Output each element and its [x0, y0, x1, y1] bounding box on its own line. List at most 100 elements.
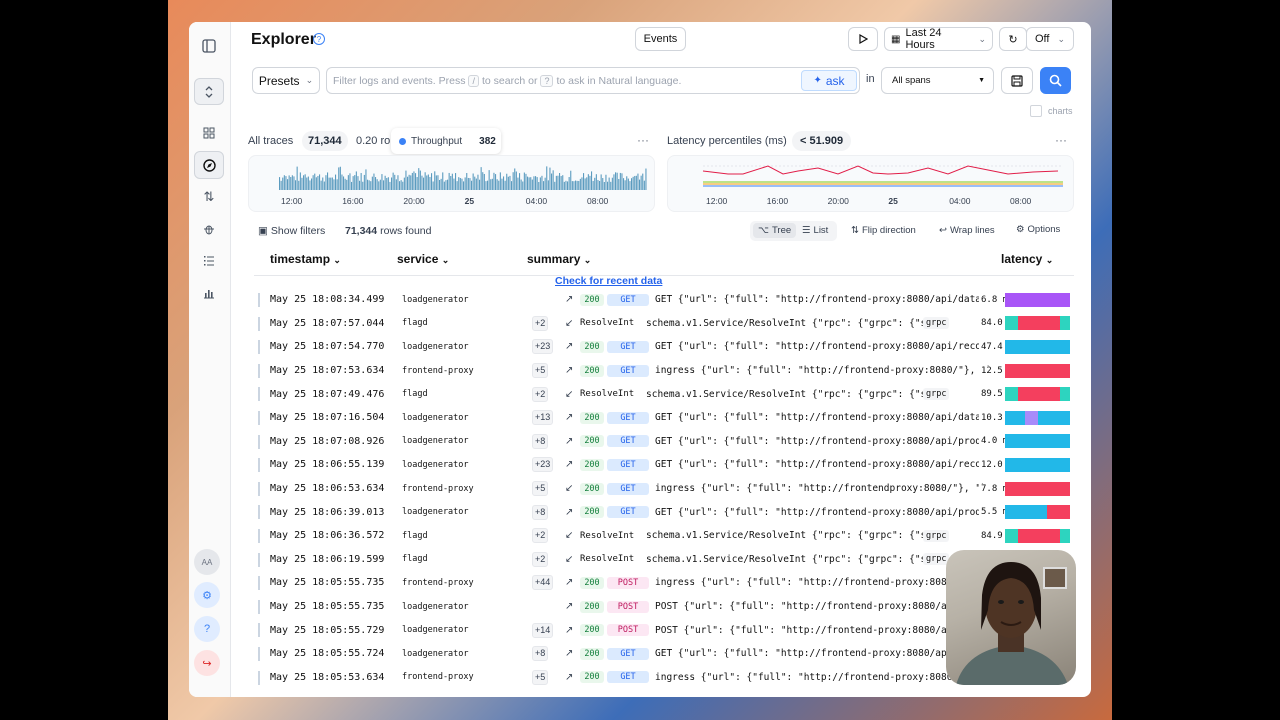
- settings-icon[interactable]: ⚙: [194, 582, 220, 608]
- summary-column-header[interactable]: summary ⌄: [527, 252, 591, 266]
- axis-tick-label: 25: [888, 196, 898, 206]
- throughput-bar: [618, 178, 620, 190]
- row-service: loadgenerator: [402, 459, 469, 470]
- row-child-count[interactable]: +8: [532, 646, 549, 662]
- throughput-chart: 12:00 16:00 20:00 25 04:00 08:00: [248, 155, 655, 212]
- row-indicator: [258, 505, 260, 520]
- traces-more-icon[interactable]: ···: [637, 133, 649, 147]
- span-direction-icon: ↙: [565, 388, 574, 400]
- search-input[interactable]: Filter logs and events. Press / to searc…: [326, 67, 860, 94]
- bar-chart-icon[interactable]: [194, 279, 224, 307]
- dashboard-icon[interactable]: [194, 119, 224, 147]
- chevron-down-icon: ⌄: [305, 75, 314, 85]
- span-direction-icon: ↗: [565, 294, 574, 306]
- row-child-count[interactable]: +2: [532, 315, 549, 331]
- avatar[interactable]: AA: [194, 549, 220, 575]
- table-row[interactable]: May 25 18:06:55.139 loadgenerator +23 ↗ 200 G…: [258, 453, 1073, 477]
- table-row[interactable]: May 25 18:07:53.634 frontend-proxy +5 ↗ 200 G…: [258, 359, 1073, 383]
- refresh-icon[interactable]: ↻: [999, 27, 1027, 51]
- throughput-bar: [523, 172, 525, 190]
- row-child-count[interactable]: +2: [532, 528, 549, 544]
- search-button[interactable]: [1040, 67, 1071, 94]
- table-row[interactable]: May 25 18:07:08.926 loadgenerator +8 ↗ 200 GE…: [258, 430, 1073, 454]
- table-row[interactable]: May 25 18:07:54.770 loadgenerator +23 ↗ 200 G…: [258, 335, 1073, 359]
- row-indicator: [258, 458, 260, 473]
- list-view-button[interactable]: ☰ List: [802, 225, 828, 236]
- transfer-icon[interactable]: ⇅: [194, 183, 224, 211]
- latency-column-header[interactable]: latency ⌄: [1001, 252, 1053, 266]
- table-row[interactable]: May 25 18:08:34.499 loadgenerator ↗ 200 GET G…: [258, 288, 1073, 312]
- row-child-count[interactable]: +44: [532, 575, 554, 591]
- charts-checkbox[interactable]: [1030, 105, 1042, 117]
- show-filters-button[interactable]: ▣ Show filters: [258, 225, 325, 237]
- status-code-badge: 200: [580, 647, 604, 660]
- bug-icon[interactable]: [194, 215, 224, 243]
- spans-select[interactable]: All spans ▼: [881, 67, 994, 94]
- throughput-bar: [522, 181, 524, 190]
- service-header-label: service: [397, 252, 439, 266]
- check-recent-link[interactable]: Check for recent data: [555, 275, 662, 287]
- throughput-bar: [399, 181, 401, 190]
- ask-button[interactable]: ✦ ask: [801, 70, 857, 91]
- wrap-lines-button[interactable]: ↩ Wrap lines: [939, 225, 995, 236]
- latency-more-icon[interactable]: ···: [1055, 133, 1067, 147]
- table-row[interactable]: May 25 18:06:36.572 flagd +2 ↙ ResolveInt sch…: [258, 524, 1073, 548]
- status-code-badge: 200: [580, 458, 604, 471]
- row-child-count[interactable]: +5: [532, 363, 549, 379]
- table-row[interactable]: May 25 18:06:53.634 frontend-proxy +5 ↙ 200 G…: [258, 477, 1073, 501]
- throughput-bar: [279, 177, 281, 190]
- row-timestamp: May 25 18:07:57.044: [270, 317, 385, 329]
- throughput-bar: [339, 166, 341, 190]
- table-row[interactable]: May 25 18:07:49.476 flagd +2 ↙ ResolveInt sch…: [258, 382, 1073, 406]
- tree-view-button[interactable]: ⌥ Tree: [753, 223, 797, 238]
- row-child-count[interactable]: +5: [532, 669, 549, 685]
- table-row[interactable]: May 25 18:07:57.044 flagd +2 ↙ ResolveInt sch…: [258, 312, 1073, 336]
- explorer-compass-icon[interactable]: [194, 151, 224, 179]
- help-circle-icon[interactable]: ?: [313, 33, 325, 45]
- service-column-header[interactable]: service ⌄: [397, 252, 449, 266]
- chevron-down-icon: ⌄: [333, 255, 341, 265]
- throughput-bar: [495, 174, 497, 190]
- flip-direction-button[interactable]: ⇅ Flip direction: [851, 225, 916, 236]
- throughput-bar: [517, 177, 519, 190]
- presets-select[interactable]: Presets ⌄: [252, 67, 320, 94]
- help-icon[interactable]: ?: [194, 616, 220, 642]
- refresh-interval-select[interactable]: Off ⌄: [1026, 27, 1074, 51]
- throughput-bar: [554, 181, 556, 190]
- timestamp-column-header[interactable]: timestamp ⌄: [270, 252, 341, 266]
- save-icon[interactable]: [1001, 67, 1033, 94]
- row-child-count[interactable]: +2: [532, 551, 549, 567]
- status-code-badge: 200: [580, 293, 604, 306]
- row-child-count[interactable]: +8: [532, 433, 549, 449]
- play-icon[interactable]: [848, 27, 878, 51]
- throughput-bar: [645, 168, 647, 190]
- throughput-bar: [485, 181, 487, 190]
- toggle-sidebar-icon[interactable]: [194, 32, 224, 60]
- throughput-bar: [363, 174, 365, 190]
- row-child-count[interactable]: +23: [532, 339, 554, 355]
- logout-icon[interactable]: ↪: [194, 650, 220, 676]
- row-child-count[interactable]: +2: [532, 386, 549, 402]
- table-row[interactable]: May 25 18:06:39.013 loadgenerator +8 ↗ 200 GE…: [258, 500, 1073, 524]
- latency-bar: [1005, 339, 1070, 354]
- span-direction-icon: ↗: [565, 601, 574, 613]
- row-child-count[interactable]: +8: [532, 504, 549, 520]
- throughput-bar: [293, 176, 295, 190]
- row-child-count[interactable]: +14: [532, 622, 554, 638]
- checklist-icon[interactable]: [194, 247, 224, 275]
- row-indicator: [258, 576, 260, 591]
- throughput-bar: [610, 181, 612, 190]
- options-button[interactable]: ⚙ Options: [1016, 224, 1060, 235]
- table-row[interactable]: May 25 18:07:16.504 loadgenerator +13 ↗ 200 G…: [258, 406, 1073, 430]
- row-child-count[interactable]: +13: [532, 410, 554, 426]
- axis-tick-label: 16:00: [342, 196, 364, 206]
- row-timestamp: May 25 18:05:55.735: [270, 577, 385, 589]
- latency-bar: [1005, 410, 1070, 425]
- row-child-count[interactable]: +5: [532, 481, 549, 497]
- row-summary: GET {"url": {"full": "http://frontend-pr…: [655, 341, 1000, 353]
- time-range-select[interactable]: ▦ Last 24 Hours ⌄: [884, 27, 993, 51]
- switch-workspace-icon[interactable]: [194, 78, 224, 105]
- throughput-bar: [559, 173, 561, 190]
- row-child-count[interactable]: +23: [532, 457, 554, 473]
- events-button[interactable]: Events: [635, 27, 686, 51]
